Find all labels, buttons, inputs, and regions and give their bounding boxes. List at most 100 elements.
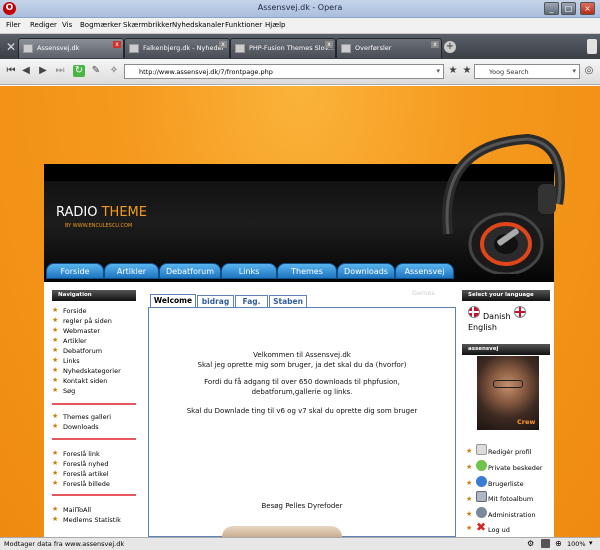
left-link-kontakt[interactable]: Kontakt siden	[52, 376, 107, 385]
tab-fag[interactable]: Fag.	[235, 295, 268, 307]
bookmark-star-icon[interactable]: ★	[447, 65, 459, 77]
bookmark-manage-icon[interactable]: ★	[461, 65, 473, 77]
left-link-downloads[interactable]: Downloads	[52, 422, 99, 431]
zoom-level[interactable]: 100%	[567, 540, 586, 548]
logo-text-a: RADIO	[56, 205, 98, 220]
left-link-links[interactable]: Links	[52, 356, 80, 365]
left-link-forside[interactable]: Forside	[52, 306, 86, 315]
user-menu-member-list[interactable]: Brugerliste	[488, 480, 524, 488]
new-tab-icon[interactable]: +	[444, 41, 456, 53]
wand-icon[interactable]: ✧	[108, 65, 120, 77]
address-input[interactable]: http://www.assensvej.dk/7/frontpage.php …	[124, 64, 444, 79]
left-link-foreslaa-billede[interactable]: Foreslå billede	[52, 479, 110, 488]
welcome-line-1: Velkommen til Assensvej.dk	[253, 351, 351, 359]
trash-icon[interactable]	[587, 39, 597, 54]
star-icon: ★	[466, 495, 473, 503]
back-start-icon[interactable]: ⏮	[5, 65, 17, 77]
tab-php-fusion[interactable]: PHP-Fusion Themes Slov... x	[230, 38, 336, 58]
tab-falkenbjerg[interactable]: Falkenbjerg.dk - Nyheder x	[124, 38, 230, 58]
nav-artikler[interactable]: Artikler	[104, 263, 159, 279]
search-placeholder: Yoog Search	[489, 68, 529, 76]
view-icon[interactable]	[541, 539, 550, 548]
menu-file[interactable]: Filer	[6, 21, 21, 29]
tab-bidrag[interactable]: bidrag	[197, 295, 234, 307]
favicon-icon	[235, 44, 245, 53]
transfers-icon	[341, 44, 351, 53]
menu-widgets[interactable]: Skærmbrikker	[123, 21, 172, 29]
nav-assensvej[interactable]: Assensvej	[395, 263, 454, 279]
maximize-button[interactable]: □	[561, 2, 576, 15]
user-menu-photo-album[interactable]: Mit fotoalbum	[488, 495, 533, 503]
dropdown-icon[interactable]: ▾	[436, 67, 440, 75]
avatar[interactable]: Crew	[477, 356, 539, 430]
search-input[interactable]: Yoog Search ▾	[474, 64, 580, 79]
menu-edit[interactable]: Rediger	[30, 21, 57, 29]
search-dropdown-icon[interactable]: ▾	[572, 67, 576, 75]
back-icon[interactable]: ◀	[20, 65, 32, 77]
menu-tools[interactable]: Funktioner	[225, 21, 262, 29]
lang-danish[interactable]: Danish	[483, 312, 511, 321]
menu-bookmarks[interactable]: Bogmærker	[80, 21, 121, 29]
english-flag-icon[interactable]	[514, 306, 526, 318]
nav-forside[interactable]: Forside	[46, 263, 104, 279]
welcome-line-6[interactable]: Besøg Pelles Dyrefoder	[148, 502, 456, 510]
lang-english[interactable]: English	[468, 323, 497, 332]
left-link-foreslaa-artikel[interactable]: Foreslå artikel	[52, 469, 109, 478]
user-menu-private-messages[interactable]: Private beskeder	[488, 464, 543, 472]
fast-forward-icon[interactable]: ⏭	[54, 65, 66, 77]
panel-toggle-icon[interactable]: ✕	[4, 40, 18, 54]
divider	[52, 494, 136, 496]
reload-icon[interactable]: ↻	[73, 65, 85, 77]
welcome-line-2: Skal jeg oprette mig som bruger, ja det …	[197, 361, 407, 369]
left-link-sog[interactable]: Søg	[52, 386, 75, 395]
left-link-medlems-statistik[interactable]: Medlems Statistik	[52, 515, 121, 524]
nav-debatforum[interactable]: Debatforum	[159, 263, 221, 279]
left-link-themes-galleri[interactable]: Themes galleri	[52, 412, 111, 421]
forward-icon[interactable]: ▶	[37, 65, 49, 77]
window-title: Assensvej.dk - Opera	[257, 3, 343, 12]
left-link-artikler[interactable]: Artikler	[52, 336, 87, 345]
zoom-icon[interactable]: ⊕	[555, 539, 562, 548]
nav-downloads[interactable]: Downloads	[337, 263, 395, 279]
nav-links[interactable]: Links	[221, 263, 277, 279]
close-window-button[interactable]: ×	[580, 2, 595, 15]
nav-themes-galleri[interactable]: Themes galleri	[277, 263, 337, 291]
tab-welcome[interactable]: Welcome	[150, 294, 196, 307]
site-logo[interactable]: RADIO THEME	[56, 205, 147, 220]
zoom-dropdown-icon[interactable]: ▾	[589, 539, 593, 547]
user-menu-administration[interactable]: Administration	[488, 511, 536, 519]
member-list-icon	[476, 476, 487, 487]
binoculars-icon[interactable]: ◎	[583, 65, 595, 77]
photo-album-icon	[476, 491, 487, 502]
tab-staben[interactable]: Staben	[269, 295, 307, 307]
left-link-webmaster[interactable]: Webmaster	[52, 326, 100, 335]
web-page: RADIO THEME BY WWW.ENCULESCU.COM Forside…	[0, 86, 600, 537]
left-link-regler[interactable]: regler på siden	[52, 316, 112, 325]
tab-close-icon[interactable]: x	[219, 41, 227, 48]
left-link-mailtoall[interactable]: MailToAll	[52, 505, 91, 514]
minimize-button[interactable]: _	[544, 2, 559, 15]
left-link-nyhedskategorier[interactable]: Nyhedskategorier	[52, 366, 121, 375]
left-link-debatforum[interactable]: Debatforum	[52, 346, 102, 355]
tab-close-icon[interactable]: x	[325, 41, 333, 48]
star-icon: ★	[466, 524, 473, 532]
user-menu-logout[interactable]: Log ud	[488, 526, 510, 534]
tab-label: Overførsler	[355, 44, 392, 52]
menu-help[interactable]: Hjælp	[265, 21, 285, 29]
menu-feeds[interactable]: Nyhedskanaler	[172, 21, 224, 29]
tab-close-icon[interactable]: x	[113, 41, 121, 48]
menu-view[interactable]: Vis	[62, 21, 72, 29]
flag-cross-horizontal	[469, 311, 479, 313]
banner-image[interactable]	[222, 526, 342, 537]
tab-assensvej[interactable]: Assensvej.dk x	[18, 38, 124, 58]
danish-flag-icon[interactable]	[468, 306, 480, 318]
welcome-line-3: Fordi du få adgang til over 650 download…	[204, 378, 400, 386]
tab-close-icon[interactable]: x	[431, 41, 439, 48]
user-menu-edit-profile[interactable]: Redigér profil	[488, 448, 532, 456]
network-icon[interactable]: ⚙	[527, 539, 534, 548]
divider	[52, 438, 136, 440]
tab-downloads[interactable]: Overførsler x	[336, 38, 442, 58]
edit-icon[interactable]: ✎	[90, 65, 102, 77]
left-link-foreslaa-nyhed[interactable]: Foreslå nyhed	[52, 459, 108, 468]
left-link-foreslaa-link[interactable]: Foreslå link	[52, 449, 100, 458]
